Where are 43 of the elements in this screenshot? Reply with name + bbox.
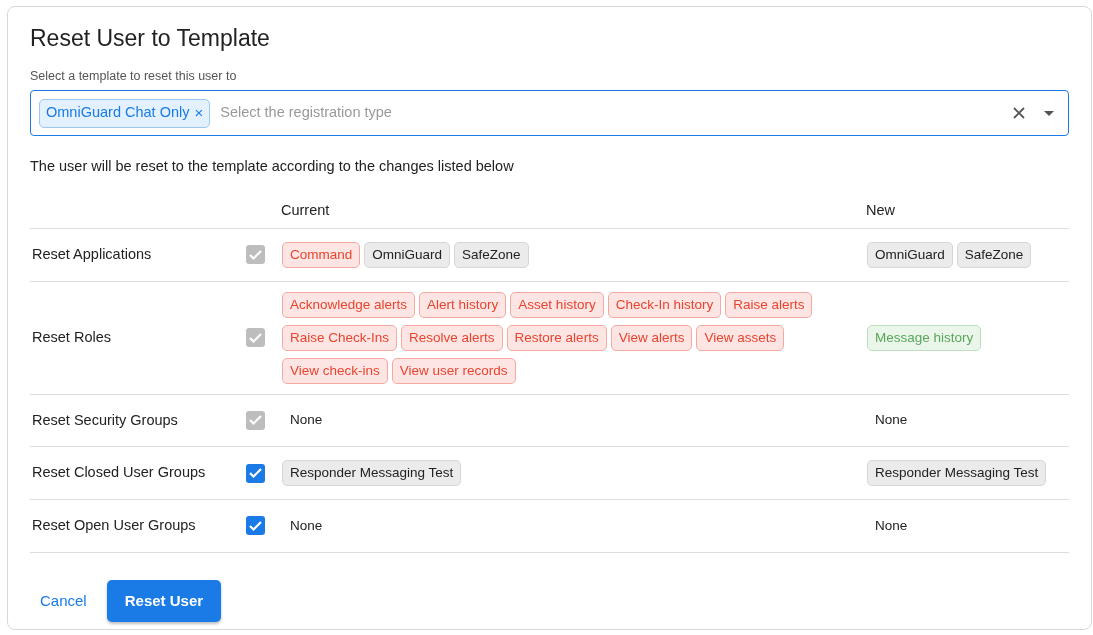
reset-user-button[interactable]: Reset User — [106, 579, 222, 623]
cell-text: None — [289, 516, 324, 535]
cell-text: None — [874, 411, 909, 430]
cell-text: None — [289, 411, 324, 430]
tag: SafeZone — [454, 241, 529, 268]
tag: View alerts — [610, 324, 693, 351]
clear-icon[interactable] — [1012, 106, 1026, 121]
tag: Message history — [867, 324, 982, 351]
tag: Resolve alerts — [401, 324, 503, 351]
row-label: Reset Security Groups — [32, 411, 178, 428]
dialog-title: Reset User to Template — [30, 25, 271, 53]
description-text: The user will be reset to the template according to the changes listed below — [30, 157, 515, 177]
tag: Alert history — [419, 291, 507, 318]
tag: View assets — [696, 324, 785, 351]
cancel-button[interactable]: Cancel — [30, 581, 97, 621]
cell-text: None — [874, 516, 909, 535]
tag: View user records — [391, 357, 516, 384]
tag: Responder Messaging Test — [282, 460, 462, 487]
checkbox[interactable] — [246, 463, 265, 483]
column-header: New — [866, 202, 895, 219]
tag: Restore alerts — [506, 324, 607, 351]
tag: Asset history — [510, 291, 604, 318]
row-label: Reset Applications — [32, 245, 152, 262]
tag: OmniGuard — [364, 241, 451, 268]
row-label: Reset Closed User Groups — [32, 464, 206, 481]
tag: Command — [282, 241, 361, 268]
tag: Acknowledge alerts — [282, 291, 416, 318]
template-select-field[interactable]: OmniGuard Chat Only × Select the registration type — [30, 90, 1069, 137]
tag: SafeZone — [956, 241, 1032, 268]
field-label: Select a template to reset this user to — [30, 67, 238, 85]
chip-label: OmniGuard Chat Only — [46, 103, 190, 123]
tag: OmniGuard — [867, 241, 953, 268]
dropdown-caret-icon[interactable] — [1044, 110, 1054, 116]
tag: Check-In history — [607, 291, 722, 318]
tag: Responder Messaging Test — [867, 460, 1047, 487]
column-header: Current — [281, 202, 330, 219]
tag: Raise alerts — [725, 291, 813, 318]
tag: Raise Check-Ins — [282, 324, 398, 351]
row-label: Reset Roles — [32, 328, 111, 345]
remove-chip-button[interactable]: × — [194, 102, 204, 125]
tag: View check-ins — [282, 357, 388, 384]
row-label: Reset Open User Groups — [32, 517, 196, 534]
checkbox[interactable] — [246, 516, 265, 536]
